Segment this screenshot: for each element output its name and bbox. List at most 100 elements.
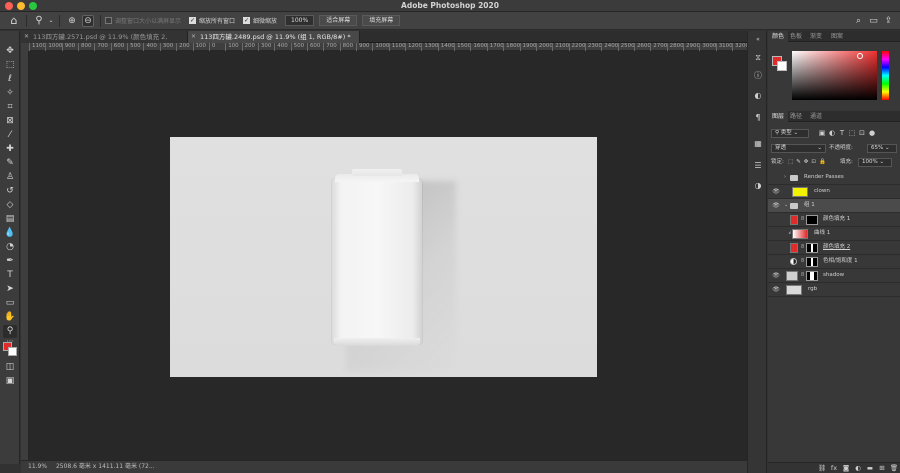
- visibility-eye-icon[interactable]: 👁: [772, 269, 780, 282]
- color-spectrum[interactable]: [792, 51, 877, 100]
- visibility-eye-icon[interactable]: 👁: [772, 185, 780, 198]
- blend-mode-dropdown[interactable]: 穿透 ⌄: [771, 144, 826, 153]
- fill-field[interactable]: 100% ⌄: [858, 158, 892, 167]
- visibility-eye-icon[interactable]: 👁: [772, 283, 780, 296]
- type-tool-icon[interactable]: T: [3, 269, 17, 282]
- styles-panel-icon[interactable]: ◑: [753, 181, 763, 191]
- collapse-panels-icon[interactable]: «: [753, 35, 763, 45]
- tab-gradients[interactable]: 渐变: [806, 31, 826, 42]
- opacity-field[interactable]: 65% ⌄: [867, 144, 897, 153]
- link-layers-icon[interactable]: ⛓: [816, 464, 828, 472]
- vertical-ruler[interactable]: [21, 51, 29, 460]
- expand-arrow-icon[interactable]: ⌄: [784, 199, 788, 212]
- hand-tool-icon[interactable]: ✋: [3, 311, 17, 324]
- path-selection-tool-icon[interactable]: ➤: [3, 283, 17, 296]
- eyedropper-tool-icon[interactable]: ⁄: [3, 129, 17, 142]
- gradient-tool-icon[interactable]: ▤: [3, 213, 17, 226]
- layer-row-hue-saturation-1[interactable]: 8 色相/饱和度 1: [768, 255, 900, 269]
- layer-filter-dropdown[interactable]: ⚲ 类型 ⌄: [771, 128, 809, 138]
- expand-arrow-icon[interactable]: ›: [784, 171, 786, 184]
- workspace-icon[interactable]: ▭: [866, 14, 881, 28]
- chevron-down-icon[interactable]: ⌄: [47, 14, 55, 28]
- history-brush-tool-icon[interactable]: ↺: [3, 185, 17, 198]
- filter-adjustment-icon[interactable]: ◐: [827, 129, 837, 137]
- lasso-tool-icon[interactable]: ℓ: [3, 73, 17, 86]
- zoom-all-windows-checkbox[interactable]: ✓ 缩放所有窗口: [189, 16, 235, 25]
- layer-row-render-passes[interactable]: › Render Passes: [768, 171, 900, 185]
- healing-brush-tool-icon[interactable]: ✚: [3, 143, 17, 156]
- tab-layers[interactable]: 图层: [768, 111, 789, 122]
- resize-windows-checkbox[interactable]: 调整窗口大小以满屏显示: [105, 16, 181, 25]
- eraser-tool-icon[interactable]: ◇: [3, 199, 17, 212]
- new-group-icon[interactable]: ▬: [864, 464, 876, 472]
- horizontal-ruler[interactable]: 1100 1000 900 800 700 600 500 400 300 200 100 0 100 2…: [29, 43, 765, 51]
- magic-wand-tool-icon[interactable]: ✧: [3, 87, 17, 100]
- filter-type-icon[interactable]: T: [837, 129, 847, 137]
- new-layer-icon[interactable]: ⊞: [876, 464, 888, 472]
- tab-document-2489[interactable]: ✕ 113四方罐.2489.psd @ 11.9% (组 1, RGB/8#) …: [188, 31, 360, 43]
- layer-row-shadow[interactable]: 👁 8 shadow: [768, 269, 900, 283]
- quick-mask-icon[interactable]: ◫: [3, 361, 17, 374]
- add-mask-icon[interactable]: ◙: [840, 464, 852, 472]
- clone-stamp-tool-icon[interactable]: ♙: [3, 171, 17, 184]
- link-icon[interactable]: 8: [801, 269, 804, 282]
- link-icon[interactable]: 8: [801, 241, 804, 254]
- link-icon[interactable]: 8: [801, 213, 804, 226]
- link-icon[interactable]: 8: [801, 255, 804, 268]
- filter-shape-icon[interactable]: ⬚: [847, 129, 857, 137]
- filter-toggle-icon[interactable]: ●: [867, 129, 877, 137]
- zoom-percent-field[interactable]: 100%: [285, 15, 315, 26]
- pen-tool-icon[interactable]: ✒: [3, 255, 17, 268]
- tab-patterns[interactable]: 图案: [827, 31, 847, 42]
- share-icon[interactable]: ⇪: [881, 14, 896, 28]
- status-zoom[interactable]: 11.9%: [28, 463, 47, 470]
- search-icon[interactable]: ⌕: [851, 14, 866, 28]
- layer-row-color-fill-1[interactable]: 8 颜色填充 1: [768, 213, 900, 227]
- visibility-eye-icon[interactable]: 👁: [772, 199, 780, 212]
- scrubby-zoom-checkbox[interactable]: ✓ 细微缩放: [243, 16, 277, 25]
- layer-row-curves-1[interactable]: ↲ 曲线 1: [768, 227, 900, 241]
- color-panel-background[interactable]: [777, 61, 787, 71]
- filter-smart-object-icon[interactable]: ⊡: [857, 129, 867, 137]
- dodge-tool-icon[interactable]: ◔: [3, 241, 17, 254]
- close-icon[interactable]: ✕: [24, 31, 29, 43]
- tab-channels[interactable]: 通道: [806, 111, 826, 122]
- layer-row-group-1[interactable]: 👁 ⌄ 组 1: [768, 199, 900, 213]
- tab-paths[interactable]: 路径: [786, 111, 806, 122]
- new-adjustment-icon[interactable]: ◐: [852, 464, 864, 472]
- frame-tool-icon[interactable]: ⊠: [3, 115, 17, 128]
- layer-row-rgb[interactable]: 👁 rgb: [768, 283, 900, 297]
- tab-color[interactable]: 颜色: [768, 31, 789, 42]
- move-tool-icon[interactable]: ✥: [3, 45, 17, 58]
- brush-tool-icon[interactable]: ✎: [3, 157, 17, 170]
- properties-panel-icon[interactable]: ☰: [753, 161, 763, 171]
- marquee-tool-icon[interactable]: ⬚: [3, 59, 17, 72]
- home-icon[interactable]: ⌂: [6, 14, 22, 28]
- zoom-out-icon[interactable]: ⊖: [82, 14, 94, 27]
- info-panel-icon[interactable]: ⓘ: [753, 71, 763, 81]
- layer-row-clown[interactable]: 👁 clown: [768, 185, 900, 199]
- status-doc-info[interactable]: 2508.6 毫米 x 1411.11 毫米 (72...: [56, 463, 155, 470]
- trash-icon[interactable]: 🗑: [888, 464, 900, 472]
- tab-document-2571[interactable]: ✕ 113四方罐.2571.psd @ 11.9% (颜色填充 2, RGB/8…: [21, 31, 188, 53]
- libraries-panel-icon[interactable]: ▦: [753, 139, 763, 149]
- paragraph-panel-icon[interactable]: ¶: [753, 113, 763, 123]
- crop-tool-icon[interactable]: ⌗: [3, 101, 17, 114]
- fit-screen-button[interactable]: 适合屏幕: [319, 15, 358, 26]
- history-panel-icon[interactable]: ⧖: [753, 53, 763, 63]
- screen-mode-icon[interactable]: ▣: [3, 375, 17, 388]
- canvas-area[interactable]: [29, 51, 747, 460]
- document-canvas[interactable]: [170, 137, 597, 377]
- adjustments-panel-icon[interactable]: ◐: [753, 91, 763, 101]
- fill-screen-button[interactable]: 填充屏幕: [362, 15, 401, 26]
- lock-icons[interactable]: ⬚✎✥⊡🔒: [788, 157, 829, 168]
- zoom-tool-icon[interactable]: ⚲: [31, 14, 47, 28]
- hue-slider[interactable]: [882, 51, 889, 100]
- close-icon[interactable]: ✕: [191, 31, 196, 43]
- layer-style-icon[interactable]: fx: [828, 464, 840, 472]
- zoom-in-icon[interactable]: ⊕: [66, 15, 78, 27]
- blur-tool-icon[interactable]: 💧: [3, 227, 17, 240]
- tab-swatches[interactable]: 色板: [786, 31, 806, 42]
- layer-row-color-fill-2[interactable]: 8 颜色填充 2: [768, 241, 900, 255]
- color-picker-cursor[interactable]: [857, 53, 863, 59]
